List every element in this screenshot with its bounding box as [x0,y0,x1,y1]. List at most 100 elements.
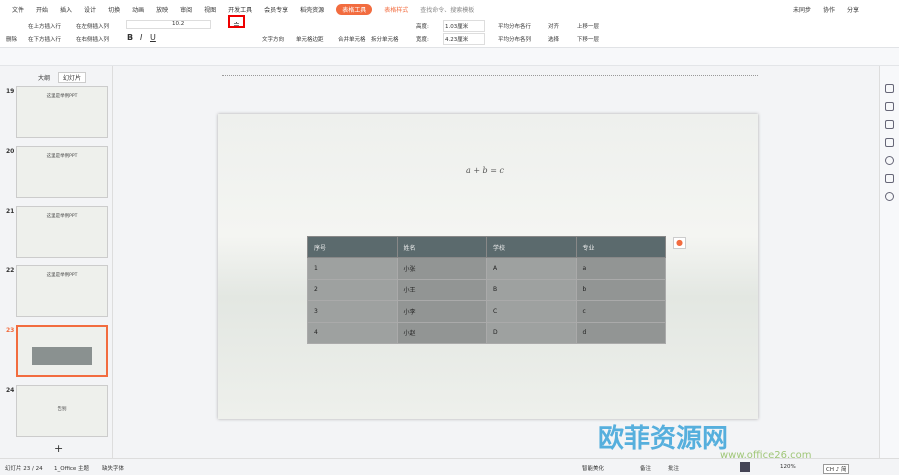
table-cell[interactable]: c [575,300,666,323]
tab-review[interactable]: 审阅 [180,5,192,14]
tab-slideshow[interactable]: 放映 [156,5,168,14]
split-cells-button[interactable]: 拆分单元格 [371,35,399,43]
notes-button[interactable]: 备注 [640,464,651,472]
help-icon[interactable] [885,156,894,165]
table-cell[interactable]: 小赵 [396,321,487,345]
settings-icon[interactable] [885,102,894,111]
data-table[interactable]: 序号 姓名 学校 专业 1 小张 Aa 2 小王 Bb 3 小李 Cc 4 小赵 Dd [307,235,666,345]
animation-icon[interactable] [885,120,894,129]
slide-number: 24 [6,387,15,394]
underline-button[interactable]: U [150,33,156,42]
header-cell[interactable]: 专业 [575,235,666,259]
table-cell[interactable]: b [575,278,666,302]
align-button[interactable]: 对齐 [548,22,559,30]
zoom-level[interactable]: 120% [780,464,796,470]
select-button[interactable]: 选择 [548,35,559,43]
menu-bar: 文件 开始 插入 设计 切换 动画 放映 审阅 视图 开发工具 会员专享 稻壳资… [0,0,899,18]
watermark-url: www.office26.com [720,450,812,461]
insert-below-button[interactable]: 在下方插入行 [28,35,61,43]
insert-above-button[interactable]: 在上方插入行 [28,22,61,30]
search-command[interactable]: 查找命令、搜索模板 [420,5,474,14]
tab-table-tools[interactable]: 表格工具 [336,3,373,15]
insert-left-button[interactable]: 在左侧插入列 [76,22,109,30]
header-cell[interactable]: 姓名 [396,235,487,259]
table-cell[interactable]: 2 [307,278,398,302]
tab-outline[interactable]: 大纲 [38,73,50,82]
table-cell[interactable]: d [575,321,666,345]
missing-font-button[interactable]: 缺失字体 [102,464,124,472]
slide-thumb-20[interactable]: 这里是举例PPT [16,146,108,198]
slide-thumb-22[interactable]: 这里是举例PPT [16,265,108,317]
collab-button[interactable]: 协作 [823,5,835,14]
table-cell[interactable]: 小王 [396,278,487,302]
smart-beautify-button[interactable]: 智能美化 [582,464,604,472]
slide-number: 21 [6,208,15,215]
tab-animation[interactable]: 动画 [132,5,144,14]
shape-icon[interactable] [885,138,894,147]
height-input[interactable]: 1.03厘米 [443,20,485,32]
tab-member[interactable]: 会员专享 [264,5,288,14]
tab-developer[interactable]: 开发工具 [228,5,252,14]
tab-table-style[interactable]: 表格样式 [384,5,408,14]
tab-view[interactable]: 视图 [204,5,216,14]
italic-button[interactable]: I [140,33,142,42]
tab-slides[interactable]: 幻灯片 [58,72,87,83]
text-direction-button[interactable]: 文字方向 [262,35,284,43]
menu-file[interactable]: 文件 [12,5,24,14]
font-size-select[interactable]: 10.2 [126,20,211,29]
table-cell[interactable]: C [486,300,577,323]
table-cell[interactable]: 1 [307,257,398,280]
delete-button[interactable]: 删除 [6,35,17,43]
right-sidebar [879,66,899,458]
slide-number: 19 [6,88,15,95]
thumb-title: 这里是举例PPT [46,214,78,219]
formula[interactable]: a + b = c [466,166,504,175]
table-cell[interactable]: 小李 [396,300,487,323]
tab-insert[interactable]: 插入 [60,5,72,14]
comment-button[interactable]: 批注 [668,464,679,472]
add-slide-button[interactable]: + [54,442,63,455]
ime-indicator: CH ♪ 简 [823,464,850,474]
merge-cells-button[interactable]: 合并单元格 [338,35,366,43]
share-icon[interactable] [885,174,894,183]
bold-button[interactable]: B [127,33,133,42]
slide-thumb-21[interactable]: 这里是举例PPT [16,206,108,258]
sync-button[interactable]: 未同步 [793,5,811,14]
distribute-cols-button[interactable]: 平均分布各列 [498,35,531,43]
distribute-rows-button[interactable]: 平均分布各行 [498,22,531,30]
thumb-title: 这里是举例PPT [46,154,78,159]
cell-margin-button[interactable]: 单元格边距 [296,35,324,43]
slide-thumb-19[interactable]: 这里是举例PPT [16,86,108,138]
tab-home[interactable]: 开始 [36,5,48,14]
send-backward-button[interactable]: 下移一层 [577,35,599,43]
table-cell[interactable]: B [486,278,577,302]
share-button[interactable]: 分享 [847,5,859,14]
width-input[interactable]: 4.23厘米 [443,33,485,45]
slide-number: 20 [6,148,15,155]
table-cell[interactable]: D [486,321,577,345]
quick-access-toolbar [0,48,899,66]
table-cell[interactable]: 3 [307,300,398,323]
tab-transition[interactable]: 切换 [108,5,120,14]
header-cell[interactable]: 学校 [486,235,577,259]
location-icon[interactable] [885,192,894,201]
table-cell[interactable]: 4 [307,321,398,345]
highlight-box [228,15,245,28]
thumb-title: 告别 [57,407,67,412]
insert-right-button[interactable]: 在右侧插入列 [76,35,109,43]
slide-thumb-24[interactable]: 告别 [16,385,108,437]
bring-forward-button[interactable]: 上移一层 [577,22,599,30]
table-row: 4 小赵 Dd [307,321,666,345]
style-icon[interactable] [885,84,894,93]
slide-number: 22 [6,267,15,274]
tab-docer[interactable]: 稻壳资源 [300,5,324,14]
tab-design[interactable]: 设计 [84,5,96,14]
table-cell[interactable]: a [575,257,666,280]
slide-thumb-23[interactable] [16,325,108,377]
thumb-title: 这里是举例PPT [46,273,78,278]
table-cell[interactable]: A [486,257,577,280]
smart-bulb-icon[interactable]: ● [673,237,686,249]
header-cell[interactable]: 序号 [307,235,398,259]
table-cell[interactable]: 小张 [396,257,487,280]
play-icon[interactable] [740,462,750,472]
